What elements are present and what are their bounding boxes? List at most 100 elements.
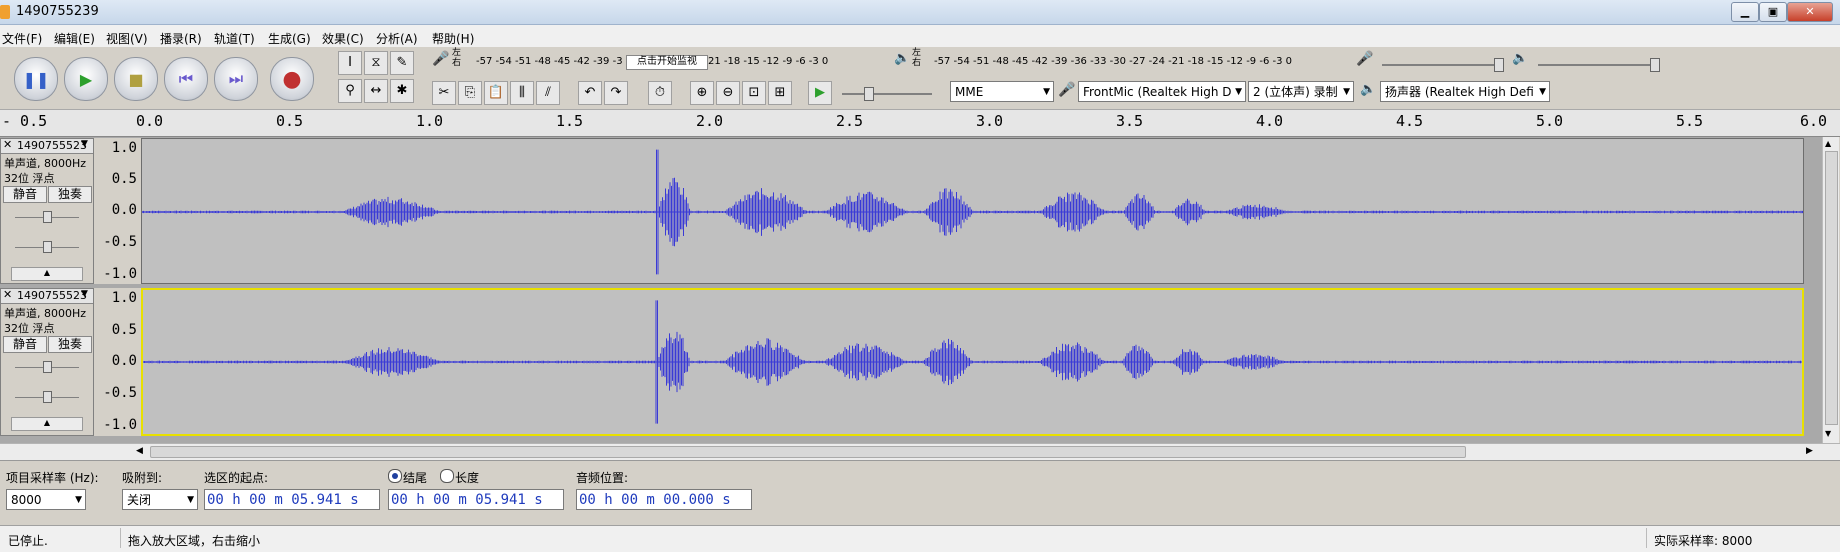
- chevron-down-icon[interactable]: ▼: [81, 139, 88, 149]
- selection-end-time[interactable]: 00 h 00 m 05.941 s: [388, 489, 564, 510]
- play-at-speed-button[interactable]: ▶: [808, 81, 832, 105]
- maximize-button[interactable]: ▣: [1759, 2, 1787, 22]
- skip-end-button[interactable]: ⏭: [214, 57, 258, 101]
- menu-transport[interactable]: 播录(R): [160, 30, 202, 47]
- status-bar: 已停止. 拖入放大区域，右击缩小 实际采样率: 8000: [0, 525, 1840, 552]
- solo-button[interactable]: 独奏: [48, 186, 92, 203]
- horizontal-scrollbar[interactable]: ◀ ▶: [0, 443, 1840, 460]
- input-volume-knob[interactable]: [1494, 58, 1504, 72]
- solo-button[interactable]: 独奏: [48, 336, 92, 353]
- scale-label: -1.0: [103, 266, 137, 282]
- audio-position-time[interactable]: 00 h 00 m 00.000 s: [576, 489, 752, 510]
- menu-help[interactable]: 帮助(H): [432, 30, 474, 47]
- redo-button[interactable]: ↷: [604, 81, 628, 105]
- undo-button[interactable]: ↶: [578, 81, 602, 105]
- silence-button[interactable]: ⫽: [536, 81, 560, 105]
- pan-knob[interactable]: [43, 241, 52, 253]
- host-select[interactable]: MME ▼: [950, 81, 1054, 102]
- menu-view[interactable]: 视图(V): [106, 30, 148, 47]
- record-meter-hint[interactable]: 点击开始监视: [626, 55, 708, 70]
- zoom-tool[interactable]: ⚲: [338, 79, 362, 103]
- sync-lock-button[interactable]: ⏱: [648, 81, 672, 105]
- copy-button[interactable]: ⎘: [458, 81, 482, 105]
- trim-button[interactable]: ⫼: [510, 81, 534, 105]
- ruler-label: 3.5: [1116, 112, 1144, 130]
- play-speed-slider[interactable]: [842, 93, 932, 95]
- pan-knob[interactable]: [43, 391, 52, 403]
- input-volume-slider[interactable]: [1382, 64, 1502, 66]
- channels-select[interactable]: 2 (立体声) 录制 ▼: [1248, 81, 1354, 102]
- scroll-left-icon[interactable]: ◀: [136, 446, 143, 456]
- scale-label: -0.5: [103, 385, 137, 401]
- menu-generate[interactable]: 生成(G): [268, 30, 311, 47]
- track-name[interactable]: 1490755523: [17, 289, 87, 302]
- scale-label: -1.0: [103, 417, 137, 433]
- selection-tool[interactable]: I: [338, 51, 362, 75]
- scroll-up-icon[interactable]: ▲: [1825, 139, 1831, 148]
- output-volume-slider[interactable]: [1538, 64, 1658, 66]
- selection-start-time[interactable]: 00 h 00 m 05.941 s: [204, 489, 380, 510]
- record-button[interactable]: ●: [270, 57, 314, 101]
- scroll-down-icon[interactable]: ▼: [1825, 429, 1831, 438]
- mute-button[interactable]: 静音: [3, 336, 47, 353]
- menu-analyze[interactable]: 分析(A): [376, 30, 418, 47]
- close-icon[interactable]: ✕: [3, 288, 12, 301]
- chevron-down-icon[interactable]: ▼: [81, 289, 88, 299]
- skip-start-button[interactable]: ⏮: [164, 57, 208, 101]
- play-speed-knob[interactable]: [864, 87, 874, 101]
- track-header[interactable]: ✕ 1490755523 ▼: [1, 288, 93, 304]
- horizontal-scroll-thumb[interactable]: [150, 446, 1466, 458]
- track-name[interactable]: 1490755523: [17, 139, 87, 152]
- track-control-panel: ✕ 1490755523 ▼ 单声道, 8000Hz 32位 浮点 静音 独奏 …: [0, 138, 94, 284]
- chevron-down-icon: ▼: [1343, 87, 1350, 97]
- menu-tracks[interactable]: 轨道(T): [214, 30, 255, 47]
- waveform: [143, 300, 1802, 424]
- zoom-out-button[interactable]: ⊖: [716, 81, 740, 105]
- menu-edit[interactable]: 编辑(E): [54, 30, 95, 47]
- pause-button[interactable]: ❚❚: [14, 57, 58, 101]
- menu-file[interactable]: 文件(F): [2, 30, 42, 47]
- zoom-in-button[interactable]: ⊕: [690, 81, 714, 105]
- timeline-ruler[interactable]: - 0.5 0.0 0.5 1.0 1.5 2.0 2.5 3.0 3.5 4.…: [0, 110, 1840, 137]
- collapse-icon: ▲: [43, 268, 51, 277]
- output-device-select[interactable]: 扬声器 (Realtek High Defi ▼: [1380, 81, 1550, 102]
- vertical-scroll-thumb[interactable]: [1825, 151, 1838, 425]
- project-rate-label: 项目采样率 (Hz):: [6, 471, 99, 485]
- fit-project-button[interactable]: ⊞: [768, 81, 792, 105]
- scroll-right-icon[interactable]: ▶: [1806, 446, 1813, 456]
- close-icon[interactable]: ✕: [3, 138, 12, 151]
- track-header[interactable]: ✕ 1490755523 ▼: [1, 138, 93, 154]
- vertical-scrollbar[interactable]: ▲ ▼: [1822, 137, 1839, 443]
- waveform-track-selected[interactable]: [141, 288, 1804, 436]
- collapse-track-button[interactable]: ▲: [11, 417, 83, 431]
- play-button[interactable]: ▶: [64, 57, 108, 101]
- gain-knob[interactable]: [43, 361, 52, 373]
- envelope-tool[interactable]: ⧖: [364, 51, 388, 75]
- window-title: 1490755239: [16, 4, 99, 19]
- cut-button[interactable]: ✂: [432, 81, 456, 105]
- collapse-track-button[interactable]: ▲: [11, 267, 83, 281]
- multi-tool[interactable]: ✱: [390, 79, 414, 103]
- paste-button[interactable]: 📋: [484, 81, 508, 105]
- fit-selection-button[interactable]: ⊡: [742, 81, 766, 105]
- input-device-select[interactable]: FrontMic (Realtek High D ▼: [1078, 81, 1246, 102]
- silence-icon: ⫽: [545, 85, 551, 100]
- snap-select[interactable]: 关闭 ▼: [122, 489, 198, 510]
- stop-button[interactable]: ■: [114, 57, 158, 101]
- ruler-label: 5.0: [1536, 112, 1564, 130]
- timeshift-tool[interactable]: ↔: [364, 79, 388, 103]
- end-radio[interactable]: [388, 469, 402, 483]
- minimize-button[interactable]: ▁: [1731, 2, 1759, 22]
- project-rate-select[interactable]: 8000 ▼: [6, 489, 86, 510]
- close-button[interactable]: ✕: [1787, 2, 1833, 22]
- menu-effect[interactable]: 效果(C): [322, 30, 364, 47]
- gain-knob[interactable]: [43, 211, 52, 223]
- output-volume-knob[interactable]: [1650, 58, 1660, 72]
- chevron-down-icon: ▼: [1235, 87, 1242, 97]
- mute-button[interactable]: 静音: [3, 186, 47, 203]
- length-radio[interactable]: [440, 469, 454, 483]
- collapse-icon: ▲: [43, 418, 51, 427]
- waveform-track[interactable]: [141, 138, 1804, 284]
- draw-tool[interactable]: ✎: [390, 51, 414, 75]
- output-device-value: 扬声器 (Realtek High Defi: [1385, 85, 1534, 99]
